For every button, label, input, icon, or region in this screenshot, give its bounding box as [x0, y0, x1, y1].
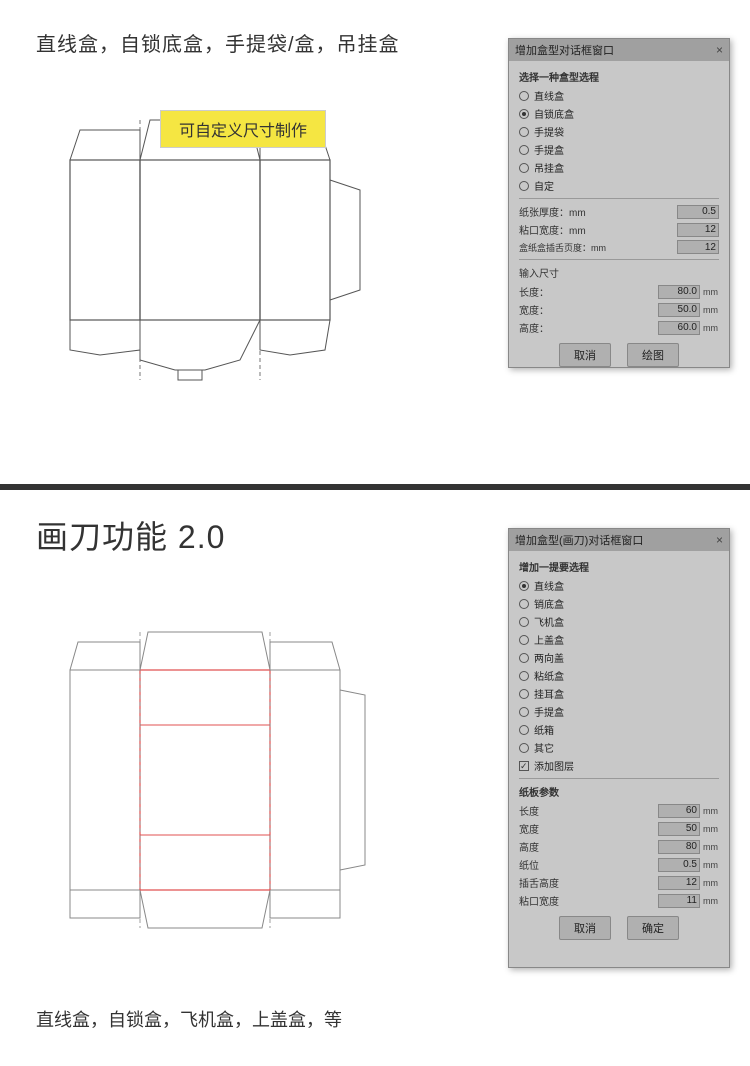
radio-feijihezi-circle [519, 617, 529, 627]
field-insert-height: 插舌高度 mm [519, 875, 719, 890]
dialog-titlebar-top: 增加盒型对话框窗口 × [509, 39, 729, 61]
field-length: 长度： mm [519, 284, 719, 299]
input-insert-depth[interactable] [677, 240, 719, 254]
radio-qita[interactable]: 其它 [519, 740, 719, 755]
field-glue-width: 粘口宽度：mm [519, 222, 719, 237]
dialog-body-top: 选择一种盒型选程 直线盒 自锁底盒 手提袋 手提盒 吊挂盒 [509, 61, 729, 375]
checkbox-add-layer-box [519, 761, 529, 771]
cancel-button-top[interactable]: 取消 [559, 343, 611, 367]
radio-xiaodihezi-circle [519, 599, 529, 609]
field-width: 宽度： mm [519, 302, 719, 317]
field-height: 高度： mm [519, 320, 719, 335]
radio-zhixiang[interactable]: 纸箱 [519, 722, 719, 737]
dialog-buttons-top: 取消 绘图 [519, 343, 719, 367]
radio-shoutihezi[interactable]: 手提盒 [519, 142, 719, 157]
radio-zhanzhihezi[interactable]: 粘纸盒 [519, 668, 719, 683]
dialog-title-bottom: 增加盒型(画刀)对话框窗口 [515, 532, 643, 548]
divider-b1 [519, 778, 719, 779]
radio-zhixian[interactable]: 直线盒 [519, 88, 719, 103]
field-length-b: 长度 mm [519, 803, 719, 818]
radio-shoutidai[interactable]: 手提袋 [519, 124, 719, 139]
input-paper-pos[interactable] [658, 858, 700, 872]
input-width[interactable] [658, 303, 700, 317]
dialog-section-title-bottom: 增加一提要选程 [519, 559, 719, 574]
radio-shanggaihezi[interactable]: 上盖盒 [519, 632, 719, 647]
input-length-b[interactable] [658, 804, 700, 818]
bottom-title: 画刀功能 2.0 [36, 512, 225, 558]
input-height-b[interactable] [658, 840, 700, 854]
field-paper-pos: 纸位 mm [519, 857, 719, 872]
field-insert-depth: 盒纸盒插舌页度：mm [519, 240, 719, 254]
radio-xiaodihezi[interactable]: 销底盒 [519, 596, 719, 611]
size-section-title: 输入尺寸 [519, 265, 719, 280]
dialog-close-bottom[interactable]: × [716, 533, 723, 547]
radio-zhanzhihezi-circle [519, 671, 529, 681]
dialog-bottom: 增加盒型(画刀)对话框窗口 × 增加一提要选程 直线盒 销底盒 飞机盒 上盖盒 [508, 528, 730, 968]
ok-button-top[interactable]: 绘图 [627, 343, 679, 367]
top-title: 直线盒，自锁底盒，手提袋/盒，吊挂盒 [36, 28, 400, 57]
radio-diaogua-circle [519, 163, 529, 173]
radio-zisuodi[interactable]: 自锁底盒 [519, 106, 719, 121]
radio-ziding[interactable]: 自定 [519, 178, 719, 193]
radio-shoutihezi-b-circle [519, 707, 529, 717]
radio-guaerhezi[interactable]: 挂耳盒 [519, 686, 719, 701]
radio-zhixian-b-circle [519, 581, 529, 591]
params-title: 纸板参数 [519, 784, 719, 799]
dialog-titlebar-bottom: 增加盒型(画刀)对话框窗口 × [509, 529, 729, 551]
cancel-button-bottom[interactable]: 取消 [559, 916, 611, 940]
checkbox-add-layer[interactable]: 添加图层 [519, 758, 719, 773]
ok-button-bottom[interactable]: 确定 [627, 916, 679, 940]
input-length[interactable] [658, 285, 700, 299]
radio-shanggaihezi-circle [519, 635, 529, 645]
radio-ziding-circle [519, 181, 529, 191]
radio-shoutihezi-b[interactable]: 手提盒 [519, 704, 719, 719]
radio-qita-circle [519, 743, 529, 753]
dialog-title-top: 增加盒型对话框窗口 [515, 42, 614, 58]
yellow-label: 可自定义尺寸制作 [160, 110, 326, 148]
input-glue-width-b[interactable] [658, 894, 700, 908]
box-diagram-bottom [30, 570, 460, 1050]
dialog-close-top[interactable]: × [716, 43, 723, 57]
radio-zhixian-b[interactable]: 直线盒 [519, 578, 719, 593]
field-height-b: 高度 mm [519, 839, 719, 854]
radio-zhixian-circle [519, 91, 529, 101]
field-glue-width-b: 粘口宽度 mm [519, 893, 719, 908]
radio-zhixiang-circle [519, 725, 529, 735]
radio-feijihezi[interactable]: 飞机盒 [519, 614, 719, 629]
divider2 [519, 259, 719, 260]
dialog-top: 增加盒型对话框窗口 × 选择一种盒型选程 直线盒 自锁底盒 手提袋 手提盒 [508, 38, 730, 368]
field-width-b: 宽度 mm [519, 821, 719, 836]
radio-guaerhezi-circle [519, 689, 529, 699]
input-height[interactable] [658, 321, 700, 335]
radio-zisuodi-circle [519, 109, 529, 119]
input-paper-thickness[interactable] [677, 205, 719, 219]
input-glue-width[interactable] [677, 223, 719, 237]
dialog-section-title-top: 选择一种盒型选程 [519, 69, 719, 84]
radio-diaogua[interactable]: 吊挂盒 [519, 160, 719, 175]
radio-lianggaigai[interactable]: 两向盖 [519, 650, 719, 665]
top-section: 直线盒，自锁底盒，手提袋/盒，吊挂盒 可自定义尺寸制作 [0, 0, 750, 490]
dialog-buttons-bottom: 取消 确定 [519, 916, 719, 940]
dialog-body-bottom: 增加一提要选程 直线盒 销底盒 飞机盒 上盖盒 两向盖 [509, 551, 729, 948]
field-paper-thickness: 纸张厚度：mm [519, 204, 719, 219]
radio-lianggaigai-circle [519, 653, 529, 663]
bottom-section: 画刀功能 2.0 直线盒，自锁盒，飞机盒，上盖盒，等 [0, 490, 750, 1060]
radio-shoutihezi-circle [519, 145, 529, 155]
radio-shoutidai-circle [519, 127, 529, 137]
input-insert-height[interactable] [658, 876, 700, 890]
input-width-b[interactable] [658, 822, 700, 836]
divider1 [519, 198, 719, 199]
